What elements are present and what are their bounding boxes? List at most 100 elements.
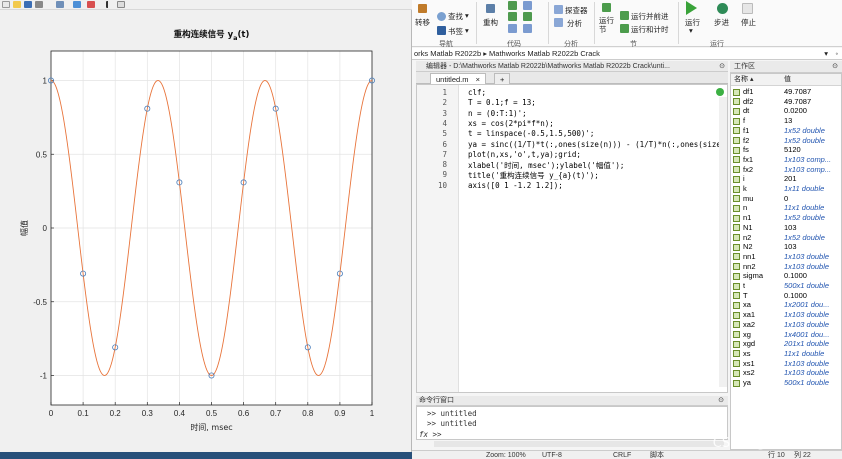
plot-axes[interactable]: 0 0.1 0.2 0.3 0.4 0.5 0.6 0.7 0.8 0.9 1 -1 -0.5 0 0.5 1… [0, 10, 412, 452]
workspace-variable-row[interactable]: n1 1x52 double [731, 213, 841, 223]
command-prompt[interactable]: fx >> [419, 430, 442, 439]
link-plot-icon[interactable] [56, 1, 64, 8]
workspace-variable-row[interactable]: df1 49.7087 [731, 87, 841, 97]
workspace-variable-row[interactable]: dt 0.0200 [731, 106, 841, 116]
variable-value: 500x1 double [784, 378, 830, 387]
workspace-variable-row[interactable]: xg 1x4001 dou... [731, 329, 841, 340]
new-tab-button[interactable]: + [494, 73, 511, 84]
current-folder-path[interactable]: orks Matlab R2022b ▸ Mathworks Matlab R2… [414, 49, 600, 58]
open-folder-icon[interactable] [13, 1, 21, 8]
transfer-button[interactable]: 转移 [415, 17, 430, 28]
bookmark-dropdown-icon[interactable]: ▾ [465, 26, 469, 35]
workspace-variable-row[interactable]: t 500x1 double [731, 281, 841, 291]
workspace-variable-row[interactable]: df2 49.7087 [731, 97, 841, 107]
workspace-variable-row[interactable]: xs 11x1 double [731, 349, 841, 359]
analyze-button[interactable]: 分析 [567, 18, 582, 29]
code-editor[interactable]: 1 2 3 4 5 6 7 8 9 10 clf; T = 0.1;f = 13; n = (0:T:… [416, 84, 728, 393]
new-figure-icon[interactable] [2, 1, 10, 8]
folder-search-icon[interactable]: ◦ [835, 48, 838, 59]
workspace-variable-row[interactable]: xa1 1x103 double [731, 310, 841, 320]
workspace-variable-row[interactable]: n2 1x52 double [731, 233, 841, 243]
workspace-variable-row[interactable]: nn2 1x103 double [731, 262, 841, 272]
find-button[interactable]: 查找 [448, 11, 463, 22]
run-dropdown-icon[interactable]: ▾ [689, 26, 693, 35]
code-line[interactable]: t = linspace(-0.5,1.5,500)'; [468, 129, 594, 138]
folder-dropdown-icon[interactable]: ▾ [824, 48, 828, 59]
run-advance-button[interactable]: 运行并前进 [631, 11, 669, 22]
variable-value: 1x4001 dou... [784, 329, 830, 339]
find-dropdown-icon[interactable]: ▾ [465, 11, 469, 20]
workspace-col-value[interactable]: 值 [784, 74, 791, 86]
workspace-variable-row[interactable]: mu 0 [731, 194, 841, 204]
workspace-col-name[interactable]: 名称 ▴ [734, 74, 753, 86]
screen: 0 0.1 0.2 0.3 0.4 0.5 0.6 0.7 0.8 0.9 1 -1 -0.5 0 0.5 1… [0, 0, 842, 459]
run-time-button[interactable]: 运行和计时 [631, 24, 669, 35]
workspace-variable-row[interactable]: N1 103 [731, 223, 841, 233]
workspace-variable-row[interactable]: ya 500x1 double [731, 378, 841, 388]
workspace-variable-row[interactable]: xa2 1x103 double [731, 320, 841, 330]
code-line[interactable]: clf; [468, 88, 486, 97]
variable-icon [733, 311, 740, 319]
workspace-variable-row[interactable]: i 201 [731, 174, 841, 184]
code-line[interactable]: xs = cos(2*pi*f*n); [468, 119, 554, 128]
pointer-icon[interactable] [106, 1, 114, 8]
workspace-variable-row[interactable]: fx2 1x103 comp... [731, 165, 841, 175]
workspace-variable-row[interactable]: f 13 [731, 116, 841, 126]
uncomment-icon[interactable] [523, 12, 532, 21]
workspace-variable-row[interactable]: N2 103 [731, 242, 841, 252]
variable-name: fs [743, 145, 749, 155]
command-window[interactable]: >> untitled >> untitled fx >> [416, 406, 728, 440]
indent-icon[interactable] [508, 12, 517, 21]
tab-close-icon[interactable]: × [476, 75, 480, 84]
comment-icon[interactable] [508, 1, 517, 10]
editor-close-icon[interactable]: ⊙ [719, 61, 725, 71]
workspace-variable-row[interactable]: fx1 1x103 comp... [731, 155, 841, 165]
code-line[interactable]: plot(n,xs,'o',t,ya);grid; [468, 150, 581, 159]
workspace-variable-row[interactable]: k 1x11 double [731, 184, 841, 194]
print-icon[interactable] [35, 1, 43, 8]
line-number: 2 [442, 98, 447, 108]
variable-name: xg [743, 329, 751, 339]
workspace-variable-row[interactable]: xs2 1x103 double [731, 368, 841, 378]
code-analyzer-ok-icon[interactable] [716, 88, 724, 96]
property-editor-icon[interactable] [117, 1, 125, 8]
code-line[interactable]: T = 0.1;f = 13; [468, 98, 536, 107]
line-number: 1 [442, 88, 447, 97]
workspace-variable-row[interactable]: xa 1x2001 dou... [731, 300, 841, 310]
code-line[interactable]: n = (0:T:1)'; [468, 109, 527, 118]
run-section-button[interactable]: 运行节 [599, 16, 615, 34]
workspace-variable-row[interactable]: nn1 1x103 double [731, 252, 841, 262]
step-icon [717, 3, 728, 14]
tab-untitled[interactable]: untitled.m × [430, 73, 487, 84]
workspace-variable-row[interactable]: n 11x1 double [731, 203, 841, 213]
workspace-variable-row[interactable]: T 0.1000 [731, 291, 841, 301]
workspace-variable-row[interactable]: fs 5120 [731, 145, 841, 155]
bookmark-button[interactable]: 书签 [448, 26, 463, 37]
smart-indent-icon[interactable] [508, 24, 517, 33]
variable-name: dt [743, 106, 750, 116]
code-line[interactable]: axis([0 1 -1.2 1.2]); [468, 181, 563, 190]
insert-colorbar-icon[interactable] [73, 1, 81, 8]
workspace-variable-row[interactable]: xs1 1x103 double [731, 359, 841, 369]
workspace-menu-icon[interactable]: ⊙ [832, 61, 838, 73]
step-button[interactable]: 步进 [714, 17, 729, 28]
workspace-variable-row[interactable]: f1 1x52 double [731, 126, 841, 136]
ribbon-separator [678, 2, 679, 44]
workspace-variable-row[interactable]: f2 1x52 double [731, 135, 841, 146]
x-axis-label: 时间, msec [190, 422, 232, 432]
current-folder-bar[interactable]: orks Matlab R2022b ▸ Mathworks Matlab R2… [412, 48, 842, 60]
variable-name: f2 [743, 135, 750, 145]
stop-button[interactable]: 停止 [741, 17, 756, 28]
save-icon[interactable] [24, 1, 32, 8]
command-window-scrollbar[interactable] [434, 441, 724, 447]
outdent-icon[interactable] [523, 24, 532, 33]
workspace-variable-row[interactable]: sigma 0.1000 [731, 271, 841, 281]
code-line[interactable]: ya = sinc((1/T)*t(:,ones(size(n))) - (1/… [468, 140, 721, 149]
wrap-icon[interactable] [523, 1, 532, 10]
editor-scrollbar[interactable] [719, 97, 727, 387]
refactor-button[interactable]: 重构 [483, 17, 498, 28]
insert-legend-icon[interactable] [87, 1, 95, 8]
workspace-variable-row[interactable]: xgd 201x1 double [731, 339, 841, 349]
profiler-button[interactable]: 探查器 [565, 5, 588, 16]
command-window-menu-icon[interactable]: ⊙ [718, 396, 724, 406]
